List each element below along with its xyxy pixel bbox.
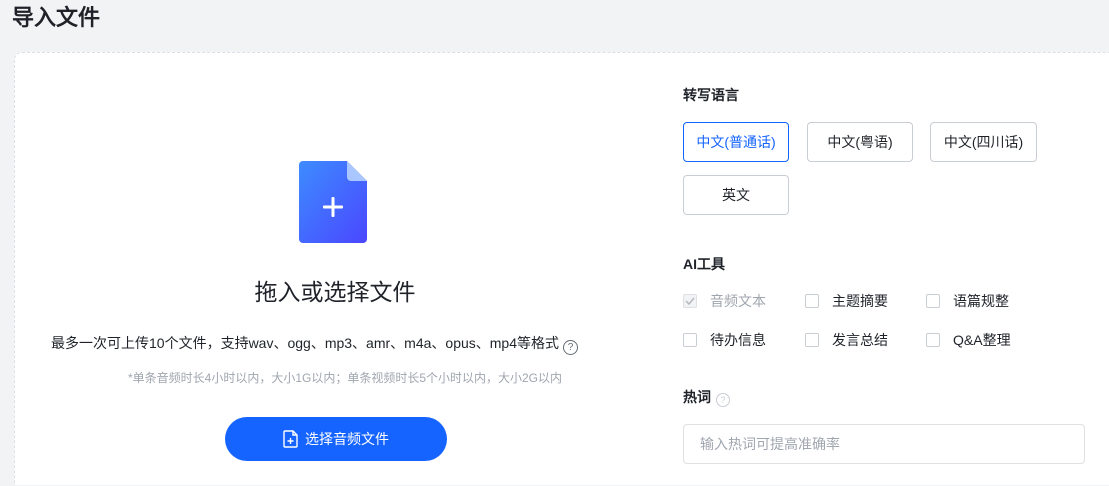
supported-formats: 最多一次可上传10个文件，支持wav、ogg、mp3、amr、m4a、opus、… [51, 333, 651, 355]
hotwords-input[interactable] [683, 424, 1085, 464]
check-icon [685, 297, 695, 305]
ai-tool-label: 待办信息 [710, 332, 766, 348]
ai-tool-label: 发言总结 [832, 332, 888, 348]
checkbox[interactable] [805, 294, 819, 308]
ai-tool-audio-text[interactable]: 音频文本 [683, 291, 766, 311]
select-audio-file-button[interactable]: 选择音频文件 [225, 417, 447, 461]
ai-tool-discourse-normalize[interactable]: 语篇规整 [926, 291, 1009, 311]
ai-tool-label: 语篇规整 [953, 293, 1009, 309]
page-title: 导入文件 [12, 5, 101, 30]
question-circle-icon[interactable]: ? [563, 340, 578, 355]
hotwords-label: 热词? [683, 387, 730, 407]
file-plus-icon [299, 161, 367, 243]
ai-tool-todo-info[interactable]: 待办信息 [683, 330, 766, 350]
ai-tool-speech-summary[interactable]: 发言总结 [805, 330, 888, 350]
ai-tool-topic-summary[interactable]: 主题摘要 [805, 291, 888, 311]
upload-dropzone[interactable]: 拖入或选择文件 最多一次可上传10个文件，支持wav、ogg、mp3、amr、m… [15, 53, 655, 486]
import-card: 拖入或选择文件 最多一次可上传10个文件，支持wav、ogg、mp3、amr、m… [14, 52, 1109, 485]
question-circle-icon[interactable]: ? [716, 393, 730, 407]
select-audio-file-label: 选择音频文件 [305, 431, 389, 447]
ai-tool-label: 主题摘要 [832, 293, 888, 309]
checkbox[interactable] [805, 333, 819, 347]
ai-tool-label: Q&A整理 [953, 332, 1011, 348]
file-add-icon [283, 430, 298, 448]
language-label: 转写语言 [683, 87, 739, 103]
size-limit-note: *单条音频时长4小时以内，大小1G以内；单条视频时长5个小时以内，大小2G以内 [127, 371, 563, 385]
lang-option-cantonese[interactable]: 中文(粤语) [807, 122, 913, 162]
checkbox[interactable] [683, 333, 697, 347]
ai-tool-label: 音频文本 [710, 293, 766, 309]
lang-option-mandarin[interactable]: 中文(普通话) [683, 122, 789, 162]
lang-option-sichuanese[interactable]: 中文(四川话) [930, 122, 1037, 162]
ai-tools-label: AI工具 [683, 256, 725, 272]
checkbox[interactable] [926, 294, 940, 308]
checkbox[interactable] [683, 294, 697, 308]
supported-formats-text: 最多一次可上传10个文件，支持wav、ogg、mp3、amr、m4a、opus、… [51, 335, 559, 351]
upload-title: 拖入或选择文件 [254, 279, 416, 305]
checkbox[interactable] [926, 333, 940, 347]
hotwords-label-text: 热词 [683, 389, 711, 405]
lang-option-english[interactable]: 英文 [683, 175, 789, 215]
settings-panel: 转写语言 中文(普通话) 中文(粤语) 中文(四川话) 英文 AI工具 音频文本… [683, 53, 1103, 486]
ai-tool-qa-organize[interactable]: Q&A整理 [926, 330, 1011, 350]
